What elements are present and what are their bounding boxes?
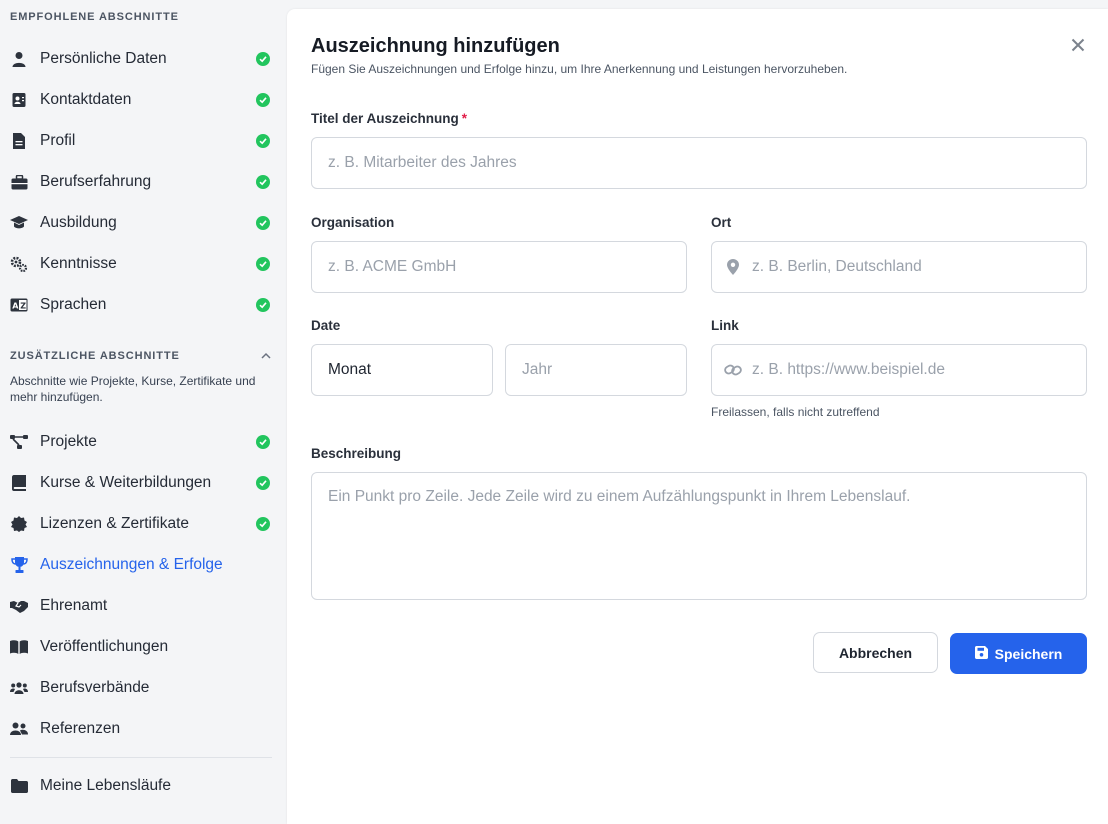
award-title-input[interactable]: z. B. Mitarbeiter des Jahres	[311, 137, 1087, 189]
handshake-icon	[10, 597, 28, 615]
sidebar-item-label: Veröffentlichungen	[40, 637, 169, 655]
dialog-subtitle: Fügen Sie Auszeichnungen und Erfolge hin…	[311, 62, 848, 76]
sidebar-divider	[10, 757, 272, 758]
sidebar-item-personal-data[interactable]: Persönliche Daten	[0, 38, 286, 79]
users-icon	[10, 679, 28, 697]
location-label: Ort	[711, 215, 732, 230]
check-icon	[256, 517, 270, 531]
sidebar-item-my-resumes[interactable]: Meine Lebensläufe	[0, 765, 286, 806]
svg-text:Z: Z	[20, 302, 26, 311]
recommended-sections-heading: EMPFOHLENE ABSCHNITTE	[10, 11, 179, 23]
sidebar-item-licenses[interactable]: Lizenzen & Zertifikate	[0, 503, 286, 544]
link-input[interactable]: z. B. https://www.beispiel.de	[711, 344, 1087, 396]
svg-text:A: A	[12, 302, 19, 311]
link-placeholder: z. B. https://www.beispiel.de	[752, 361, 945, 378]
sidebar-item-references[interactable]: Referenzen	[0, 708, 286, 749]
month-value: Monat	[328, 361, 372, 378]
contact-card-icon	[10, 91, 28, 109]
close-icon[interactable]	[1069, 36, 1087, 54]
chevron-up-icon[interactable]	[259, 349, 273, 363]
sidebar-item-label: Lizenzen & Zertifikate	[40, 514, 190, 532]
check-icon	[256, 435, 270, 449]
sidebar-item-label: Kurse & Weiterbildungen	[40, 473, 212, 491]
trophy-icon	[10, 556, 28, 574]
sidebar-item-education[interactable]: Ausbildung	[0, 202, 286, 243]
language-icon: AZ	[10, 296, 28, 314]
check-icon	[256, 134, 270, 148]
check-icon	[256, 93, 270, 107]
check-icon	[256, 257, 270, 271]
organisation-label: Organisation	[311, 215, 395, 230]
book-icon	[10, 474, 28, 492]
additional-sections-description: Abschnitte wie Projekte, Kurse, Zertifik…	[10, 374, 256, 404]
sidebar-item-work-experience[interactable]: Berufserfahrung	[0, 161, 286, 202]
sidebar-item-label: Persönliche Daten	[40, 49, 167, 67]
sidebar-item-label: Berufserfahrung	[40, 172, 152, 190]
sidebar-item-label: Sprachen	[40, 295, 107, 313]
save-icon	[974, 645, 988, 662]
save-button-label: Speichern	[994, 645, 1063, 662]
sidebar-item-projects[interactable]: Projekte	[0, 421, 286, 462]
check-icon	[256, 476, 270, 490]
graduation-cap-icon	[10, 214, 28, 232]
gears-icon	[10, 255, 28, 273]
link-icon	[724, 361, 742, 379]
required-marker: *	[461, 111, 468, 126]
sidebar-item-languages[interactable]: AZ Sprachen	[0, 284, 286, 325]
sidebar-item-label: Profil	[40, 131, 76, 149]
sidebar-item-volunteering[interactable]: Ehrenamt	[0, 585, 286, 626]
award-title-placeholder: z. B. Mitarbeiter des Jahres	[328, 154, 517, 171]
sidebar-item-awards[interactable]: Auszeichnungen & Erfolge	[0, 544, 286, 585]
description-textarea[interactable]: Ein Punkt pro Zeile. Jede Zeile wird zu …	[311, 472, 1087, 600]
link-hint: Freilassen, falls nicht zutreffend	[711, 405, 880, 419]
location-placeholder: z. B. Berlin, Deutschland	[752, 258, 922, 275]
document-icon	[10, 132, 28, 150]
map-marker-icon	[724, 258, 742, 276]
year-placeholder: Jahr	[522, 361, 553, 378]
check-icon	[256, 52, 270, 66]
description-label: Beschreibung	[311, 446, 402, 461]
save-button[interactable]: Speichern	[950, 633, 1087, 674]
organisation-placeholder: z. B. ACME GmbH	[328, 258, 457, 275]
sidebar-item-label: Meine Lebensläufe	[40, 776, 171, 794]
description-placeholder: Ein Punkt pro Zeile. Jede Zeile wird zu …	[328, 488, 911, 505]
organisation-input[interactable]: z. B. ACME GmbH	[311, 241, 687, 293]
sidebar-item-skills[interactable]: Kenntnisse	[0, 243, 286, 284]
check-icon	[256, 216, 270, 230]
additional-sections-heading: ZUSÄTZLICHE ABSCHNITTE	[10, 350, 180, 362]
location-input[interactable]: z. B. Berlin, Deutschland	[711, 241, 1087, 293]
month-select[interactable]: Monat	[311, 344, 493, 396]
link-label: Link	[711, 318, 739, 333]
check-icon	[256, 175, 270, 189]
year-input[interactable]: Jahr	[505, 344, 687, 396]
sidebar: EMPFOHLENE ABSCHNITTE Persönliche Daten …	[0, 0, 286, 824]
sidebar-item-courses[interactable]: Kurse & Weiterbildungen	[0, 462, 286, 503]
people-icon	[10, 720, 28, 738]
sidebar-item-label: Ausbildung	[40, 213, 117, 231]
folder-icon	[10, 777, 28, 795]
certificate-icon	[10, 515, 28, 533]
sidebar-item-label: Kontaktdaten	[40, 90, 132, 108]
award-title-label: Titel der Auszeichnung *	[311, 111, 468, 126]
sidebar-item-associations[interactable]: Berufsverbände	[0, 667, 286, 708]
award-dialog: Auszeichnung hinzufügen Fügen Sie Auszei…	[287, 9, 1108, 824]
date-label: Date	[311, 318, 341, 333]
open-book-icon	[10, 638, 28, 656]
sidebar-item-label: Referenzen	[40, 719, 121, 737]
sidebar-item-publications[interactable]: Veröffentlichungen	[0, 626, 286, 667]
sidebar-item-contact-data[interactable]: Kontaktdaten	[0, 79, 286, 120]
check-icon	[256, 298, 270, 312]
sidebar-item-label: Projekte	[40, 432, 97, 450]
sidebar-item-label: Kenntnisse	[40, 254, 117, 272]
sidebar-item-label: Berufsverbände	[40, 678, 150, 696]
dialog-title: Auszeichnung hinzufügen	[311, 35, 560, 57]
cancel-button[interactable]: Abbrechen	[813, 632, 938, 673]
project-diagram-icon	[10, 433, 28, 451]
sidebar-item-profile[interactable]: Profil	[0, 120, 286, 161]
sidebar-item-label: Ehrenamt	[40, 596, 108, 614]
sidebar-item-label: Auszeichnungen & Erfolge	[40, 555, 223, 573]
user-icon	[10, 50, 28, 68]
briefcase-icon	[10, 173, 28, 191]
